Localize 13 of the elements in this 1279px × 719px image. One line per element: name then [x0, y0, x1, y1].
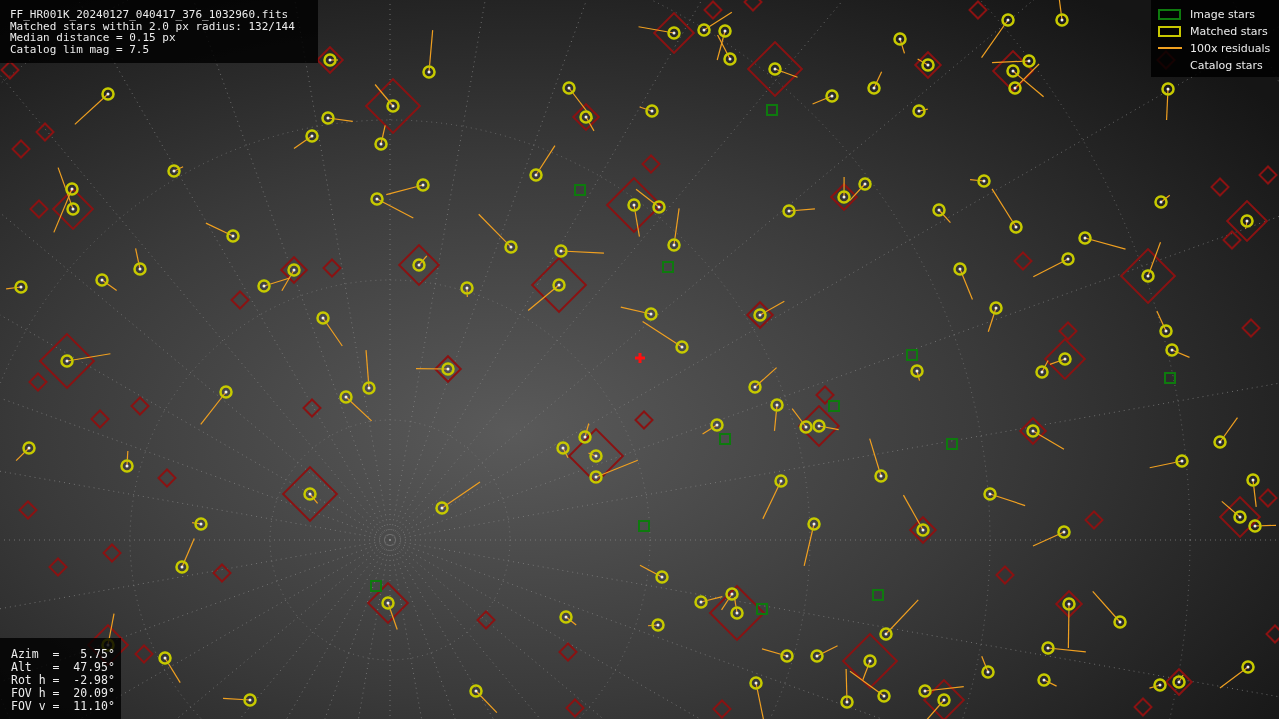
info-line: Matched stars within 2.0 px radius: 132/144 [10, 20, 295, 32]
info-line: FF_HR001K_20240127_040417_376_1032960.fits [10, 9, 289, 21]
legend-label: Matched stars [1190, 24, 1268, 38]
legend-label: Catalog stars [1190, 58, 1263, 72]
pointing-line: FOV v = 11.10° [11, 700, 115, 713]
pointing-line: Alt = 47.95° [11, 661, 115, 674]
info-line: Median distance = 0.15 px [10, 32, 176, 44]
legend-label: Image stars [1190, 7, 1255, 21]
legend-label: 100x residuals [1190, 41, 1271, 55]
pointing-line: Rot h = -2.98° [11, 674, 115, 687]
pointing-line: FOV h = 20.09° [11, 687, 115, 700]
pointing-line: Azim = 5.75° [11, 648, 115, 661]
info-line: Catalog lim mag = 7.5 [10, 43, 150, 55]
